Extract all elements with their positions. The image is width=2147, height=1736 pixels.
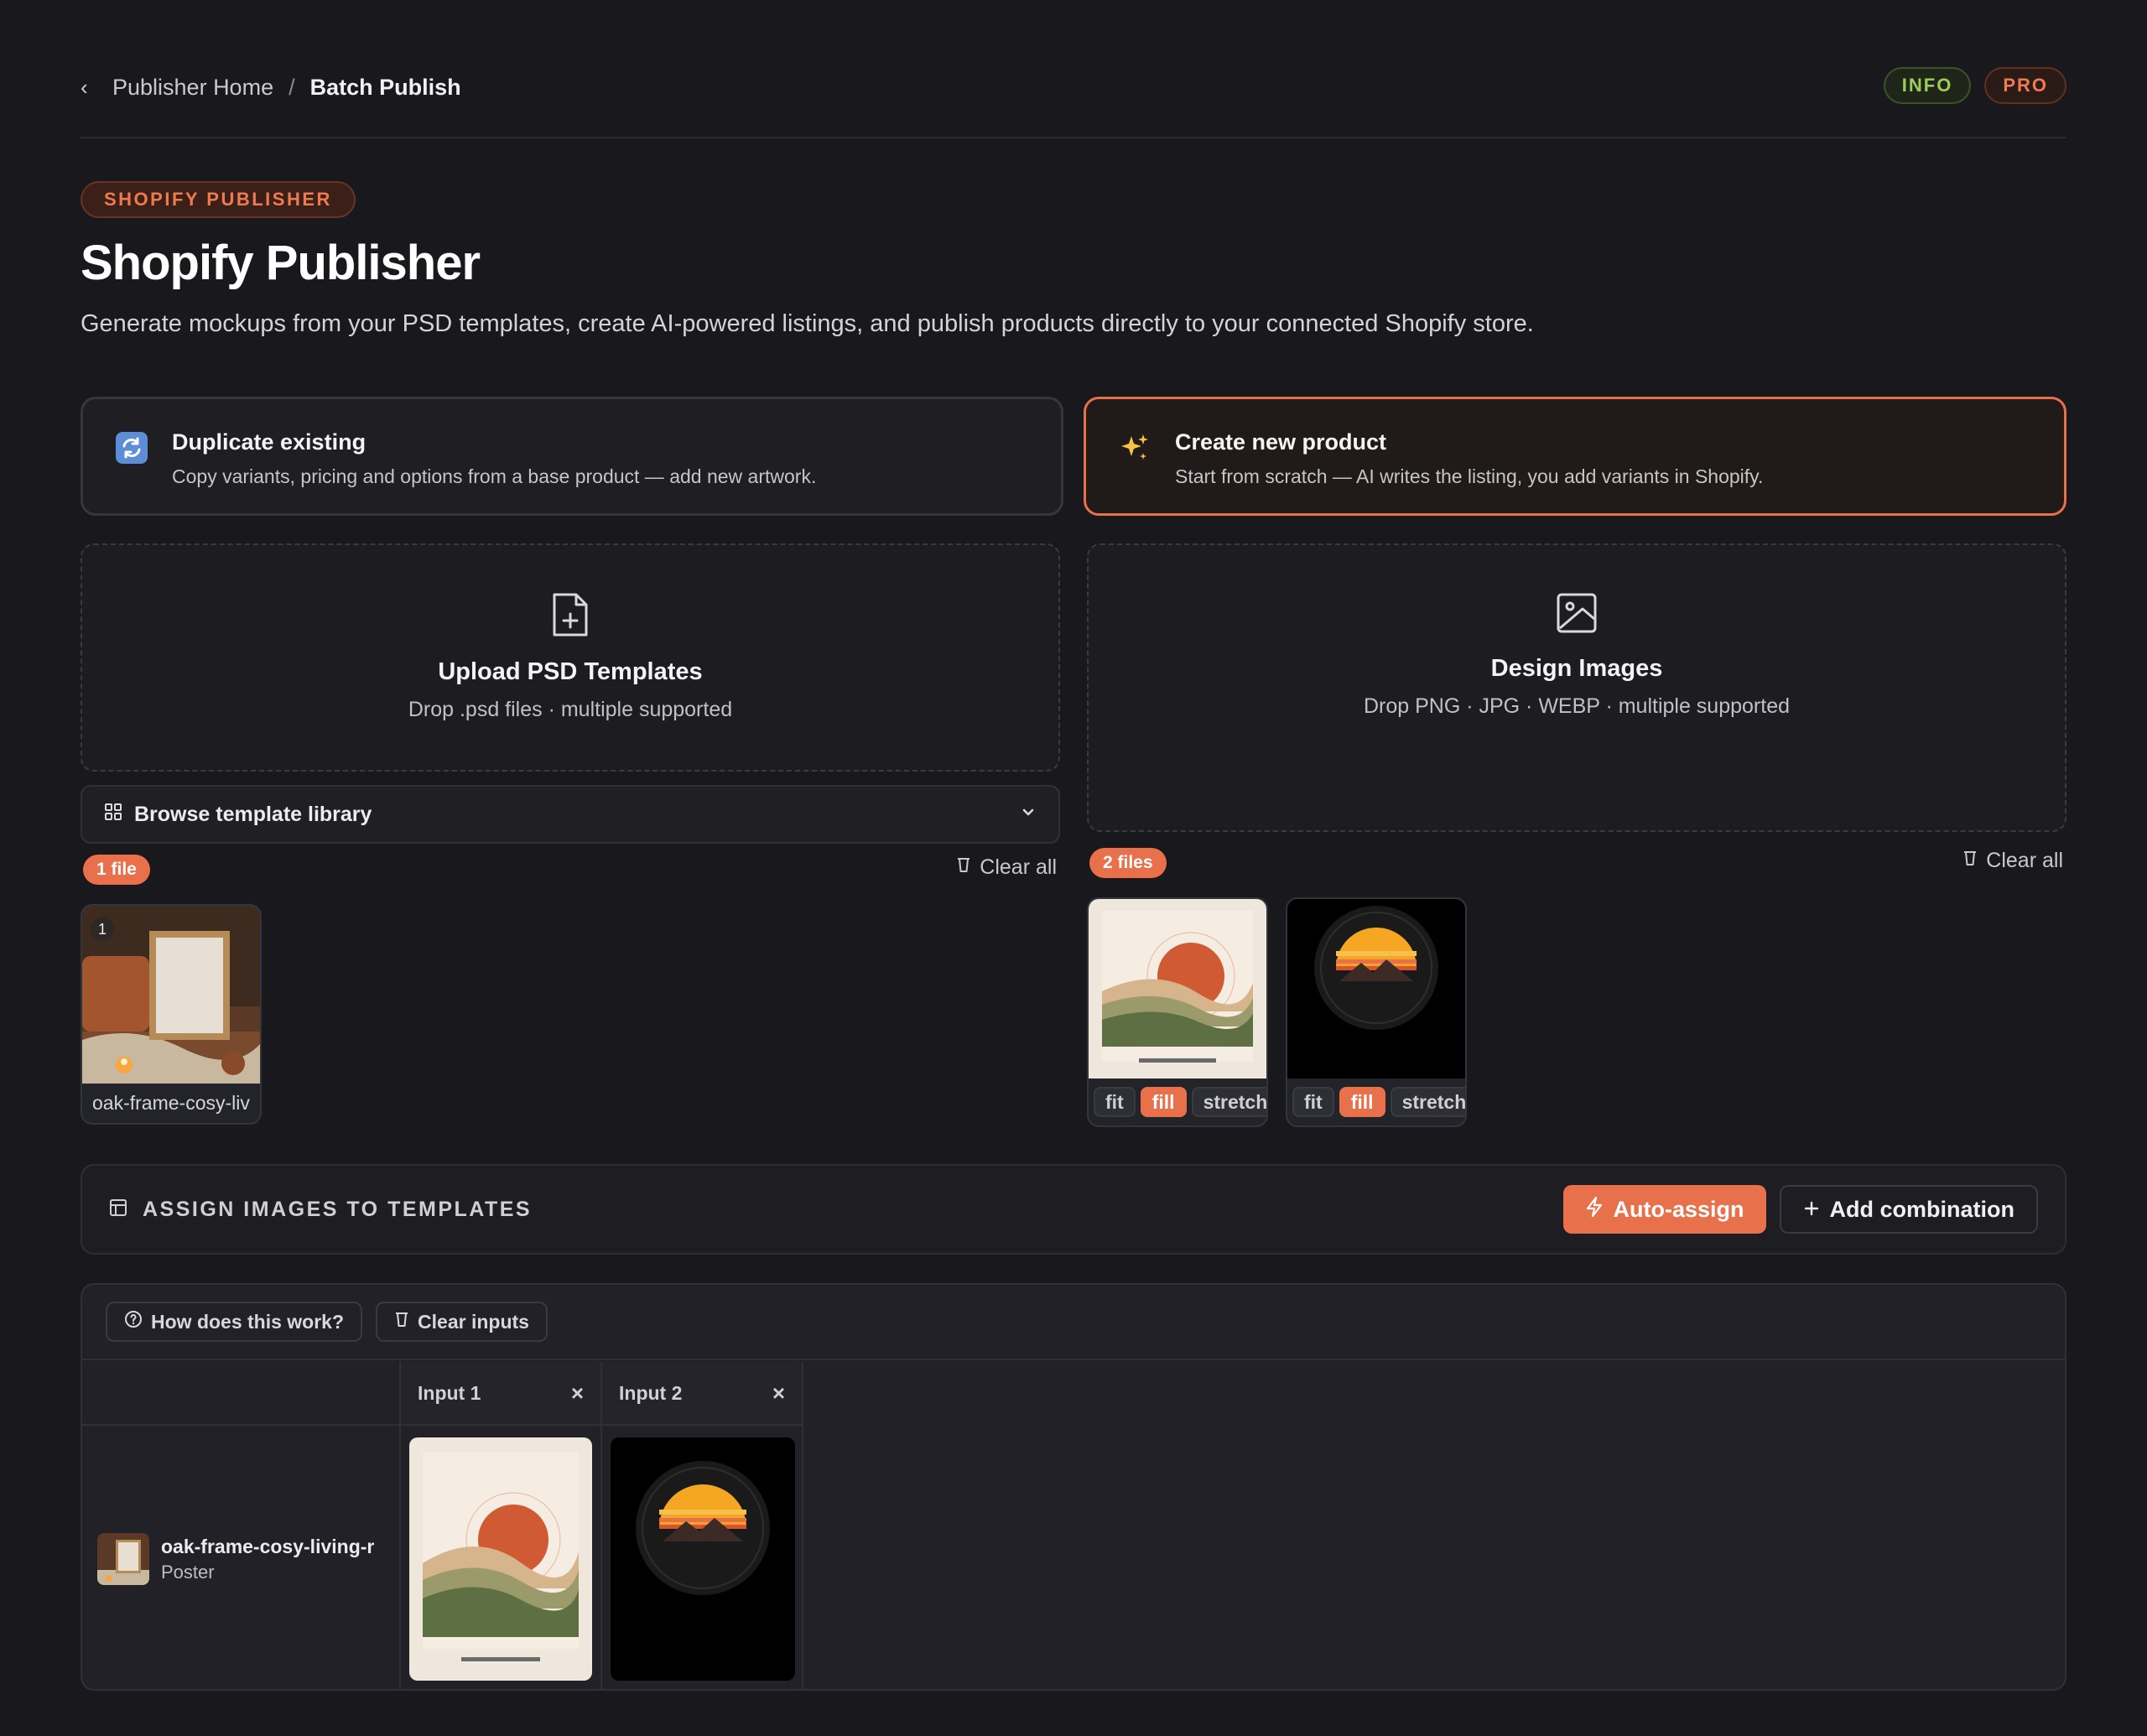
plus-icon [1803,1197,1820,1223]
template-count-badge: 1 file [83,855,150,885]
page-title: Shopify Publisher [81,236,481,290]
info-badge[interactable]: INFO [1883,67,1972,104]
column-label: Input 1 [418,1381,481,1404]
template-index-badge: 1 [91,917,114,941]
matrix-cell-input-1[interactable] [401,1426,602,1689]
fit-mode-selector: fit fill stretch [1089,1079,1266,1125]
add-combination-label: Add combination [1829,1196,2014,1222]
design-dropzone-title: Design Images [1490,655,1663,682]
pro-badge[interactable]: PRO [1984,67,2066,104]
template-row-type: Poster [161,1561,215,1583]
clear-designs-button[interactable]: Clear all [1962,849,2063,873]
how-it-works-label: How does this work? [151,1310,345,1333]
clear-all-label: Clear all [980,855,1057,879]
design-dropzone[interactable]: Design Images Drop PNG · JPG · WEBP · mu… [1087,543,2066,832]
template-row-thumbnail [97,1533,149,1585]
header-badges: INFO PRO [1883,67,2066,104]
clear-templates-button[interactable]: Clear all [956,855,1057,880]
psd-dropzone-title: Upload PSD Templates [438,658,703,685]
clear-inputs-label: Clear inputs [418,1310,529,1333]
template-thumbnail[interactable]: 1 oak-frame-cosy-liv [81,904,262,1125]
auto-assign-label: Auto-assign [1613,1196,1744,1222]
browse-template-library[interactable]: Browse template library [81,785,1060,844]
design-preview-golden-hour [1089,899,1266,1079]
fit-mode-selector: fit fill stretch [1287,1079,1465,1125]
design-thumbnail[interactable]: fit fill stretch [1286,897,1467,1127]
file-plus-icon [551,592,590,642]
mode-card-create-new[interactable]: Create new product Start from scratch — … [1084,397,2066,516]
mode-title: Create new product [1175,429,1387,455]
assign-bar: ASSIGN IMAGES TO TEMPLATES Auto-assign A… [81,1164,2066,1255]
template-row-name: oak-frame-cosy-living-r [161,1535,375,1557]
mode-desc: Start from scratch — AI writes the listi… [1175,465,1764,487]
assign-title: ASSIGN IMAGES TO TEMPLATES [143,1197,533,1221]
assignment-matrix: How does this work? Clear inputs Input 1… [81,1283,2066,1691]
breadcrumb-separator: / [289,74,295,100]
lightning-icon [1585,1196,1604,1224]
help-circle-icon [124,1310,143,1333]
design-dropzone-desc: Drop PNG · JPG · WEBP · multiple support… [1363,694,1791,718]
browse-label: Browse template library [134,802,372,826]
clear-all-label: Clear all [1986,849,2063,872]
fit-option-stretch[interactable]: stretch [1191,1087,1266,1117]
refresh-icon [113,429,150,466]
close-icon[interactable]: × [772,1380,785,1406]
design-thumbnail[interactable]: fit fill stretch [1087,897,1268,1127]
matrix-corner [82,1362,401,1426]
fit-option-fill[interactable]: fill [1140,1087,1187,1117]
trash-icon [956,855,971,880]
design-preview-stay-curious [1287,899,1465,1079]
design-count-badge: 2 files [1089,848,1167,878]
add-combination-button[interactable]: Add combination [1779,1185,2038,1234]
matrix-toolbar: How does this work? Clear inputs [82,1285,2065,1360]
image-icon [1556,592,1598,638]
trash-icon [1962,849,1978,873]
mode-desc: Copy variants, pricing and options from … [172,465,817,487]
psd-dropzone-desc: Drop .psd files · multiple supported [408,698,733,721]
fit-option-fill[interactable]: fill [1339,1087,1385,1117]
sparkles-icon [1116,429,1153,466]
how-it-works-button[interactable]: How does this work? [106,1302,363,1342]
column-header-input-1: Input 1 × [401,1362,602,1426]
fit-option-fit[interactable]: fit [1094,1087,1136,1117]
template-name: oak-frame-cosy-liv [92,1092,250,1114]
page-subtitle: Generate mockups from your PSD templates… [81,310,1534,337]
matrix-cell-input-2[interactable] [602,1426,803,1689]
eyebrow-badge: SHOPIFY PUBLISHER [81,181,356,218]
column-label: Input 2 [619,1381,683,1404]
chevron-left-icon[interactable]: ‹ [81,75,97,101]
chevron-down-icon [1020,803,1037,827]
breadcrumb-current: Batch Publish [309,74,461,100]
trash-icon [394,1310,409,1333]
fit-option-stretch[interactable]: stretch [1390,1087,1465,1117]
fit-option-fit[interactable]: fit [1292,1087,1334,1117]
breadcrumb-home-link[interactable]: Publisher Home [112,75,273,101]
mode-card-duplicate[interactable]: Duplicate existing Copy variants, pricin… [81,397,1063,516]
template-row-header: oak-frame-cosy-living-r Poster [82,1426,401,1689]
column-header-input-2: Input 2 × [602,1362,803,1426]
grid-icon [104,803,122,827]
clear-inputs-button[interactable]: Clear inputs [376,1302,548,1342]
breadcrumb: ‹ Publisher Home / Batch Publish [81,70,461,104]
header-divider [81,137,2066,138]
mode-title: Duplicate existing [172,429,366,455]
psd-dropzone[interactable]: Upload PSD Templates Drop .psd files · m… [81,543,1060,772]
auto-assign-button[interactable]: Auto-assign [1562,1185,1766,1234]
layout-icon [109,1198,127,1221]
template-preview: 1 [82,906,260,1084]
close-icon[interactable]: × [571,1380,584,1406]
